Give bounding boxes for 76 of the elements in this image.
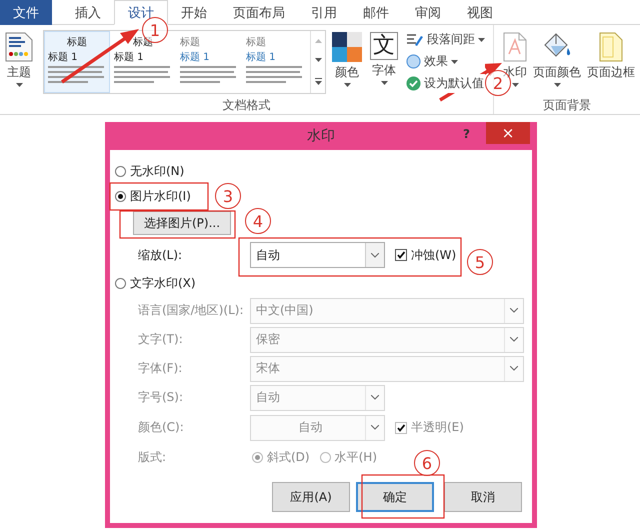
close-button[interactable]: ×	[486, 122, 530, 144]
checkmark-icon	[406, 76, 421, 91]
paragraph-spacing-icon	[406, 32, 424, 46]
group-label: 文档格式	[222, 97, 270, 114]
field-label: 字体(F):	[138, 360, 184, 377]
ribbon-button[interactable]: 设为默认值	[406, 74, 485, 93]
select-picture-button[interactable]: 选择图片(P)...	[133, 211, 232, 235]
field-label: 颜色(C):	[138, 419, 185, 436]
field-label: 语言(国家/地区)(L):	[138, 302, 244, 319]
step-number: 4	[245, 208, 271, 234]
radio-icon[interactable]	[115, 191, 126, 202]
ribbon-button[interactable]: 页面边框	[585, 30, 637, 83]
caret-icon	[512, 83, 518, 87]
caret-icon	[554, 83, 560, 87]
radio-option[interactable]: 图片水印(I)	[115, 188, 191, 205]
ribbon-button[interactable]: 页面颜色	[531, 30, 583, 89]
style-thumbnail[interactable]: 标题 标题 1	[242, 31, 308, 93]
dialog-title: 水印	[307, 127, 335, 145]
theme-button[interactable]: 主题	[3, 30, 35, 89]
caret-icon	[371, 425, 379, 430]
thumbnail-title: 标题	[67, 36, 87, 49]
ribbon-tab[interactable]: 审阅	[402, 0, 454, 25]
caret-icon	[510, 366, 518, 371]
dropdown-field[interactable]: 自动	[250, 242, 385, 268]
caret-icon	[371, 252, 379, 258]
thumbnail-heading: 标题 1	[180, 50, 211, 64]
field-label: 文字(T):	[138, 331, 184, 348]
caret-icon	[451, 60, 458, 64]
field-label: 版式:	[138, 449, 168, 466]
font-glyph: 文	[370, 32, 398, 60]
ribbon-button[interactable]: 效果	[406, 52, 485, 71]
caret-icon	[510, 337, 518, 342]
dialog-button[interactable]: 取消	[444, 482, 522, 512]
thumbnail-heading: 标题 1	[246, 50, 277, 64]
page-border-icon	[599, 32, 623, 62]
checkbox-icon[interactable]	[395, 249, 407, 261]
ribbon-tab[interactable]: 插入	[62, 0, 114, 25]
group-label: 页面背景	[543, 97, 591, 114]
radio-option[interactable]: 无水印(N)	[115, 163, 184, 180]
theme-icon	[5, 32, 33, 62]
caret-icon	[16, 83, 22, 87]
caret-icon	[510, 308, 518, 313]
field-label: 字号(S):	[138, 389, 184, 406]
caret-icon	[371, 395, 379, 400]
thumbnail-title: 标题	[246, 36, 267, 49]
ribbon-button[interactable]: 段落间距	[406, 30, 485, 49]
ribbon-tab[interactable]: 设计	[114, 0, 168, 25]
ribbon-tab[interactable]: 开始	[168, 0, 220, 25]
step-number: 3	[215, 183, 241, 209]
step-number: 6	[414, 450, 440, 476]
step-number: 5	[467, 249, 493, 275]
color-palette-icon	[332, 32, 362, 62]
style-thumbnail[interactable]: 标题 标题 1	[176, 31, 242, 93]
radio-icon[interactable]	[115, 166, 126, 177]
ribbon-tab[interactable]: 页面布局	[220, 0, 298, 25]
thumbnail-title: 标题	[180, 36, 201, 49]
ribbon-tab[interactable]: 引用	[298, 0, 350, 25]
dialog-button[interactable]: 确定	[356, 482, 434, 512]
fonts-button[interactable]: 文 字体	[368, 30, 400, 87]
file-tab[interactable]: 文件	[0, 0, 52, 25]
field-label: 缩放(L):	[138, 246, 184, 264]
ribbon-tab[interactable]: 邮件	[350, 0, 402, 25]
caret-icon	[344, 83, 350, 87]
page-watermark-icon	[503, 32, 527, 62]
checkbox-option[interactable]: 冲蚀(W)	[395, 246, 456, 264]
style-thumbnail[interactable]: 标题 标题 1	[44, 31, 110, 93]
ribbon-tab[interactable]: 视图	[454, 0, 506, 25]
caret-icon	[380, 81, 388, 85]
caret-icon	[478, 38, 485, 42]
dialog-button[interactable]: 应用(A)	[272, 482, 350, 512]
scroll-down-icon[interactable]	[314, 58, 322, 62]
thumbnail-heading: 标题 1	[48, 50, 79, 64]
colors-button[interactable]: 颜色	[330, 30, 364, 89]
effects-icon	[406, 54, 421, 69]
thumbnail-heading: 标题 1	[114, 50, 145, 64]
more-icon[interactable]	[314, 78, 322, 86]
